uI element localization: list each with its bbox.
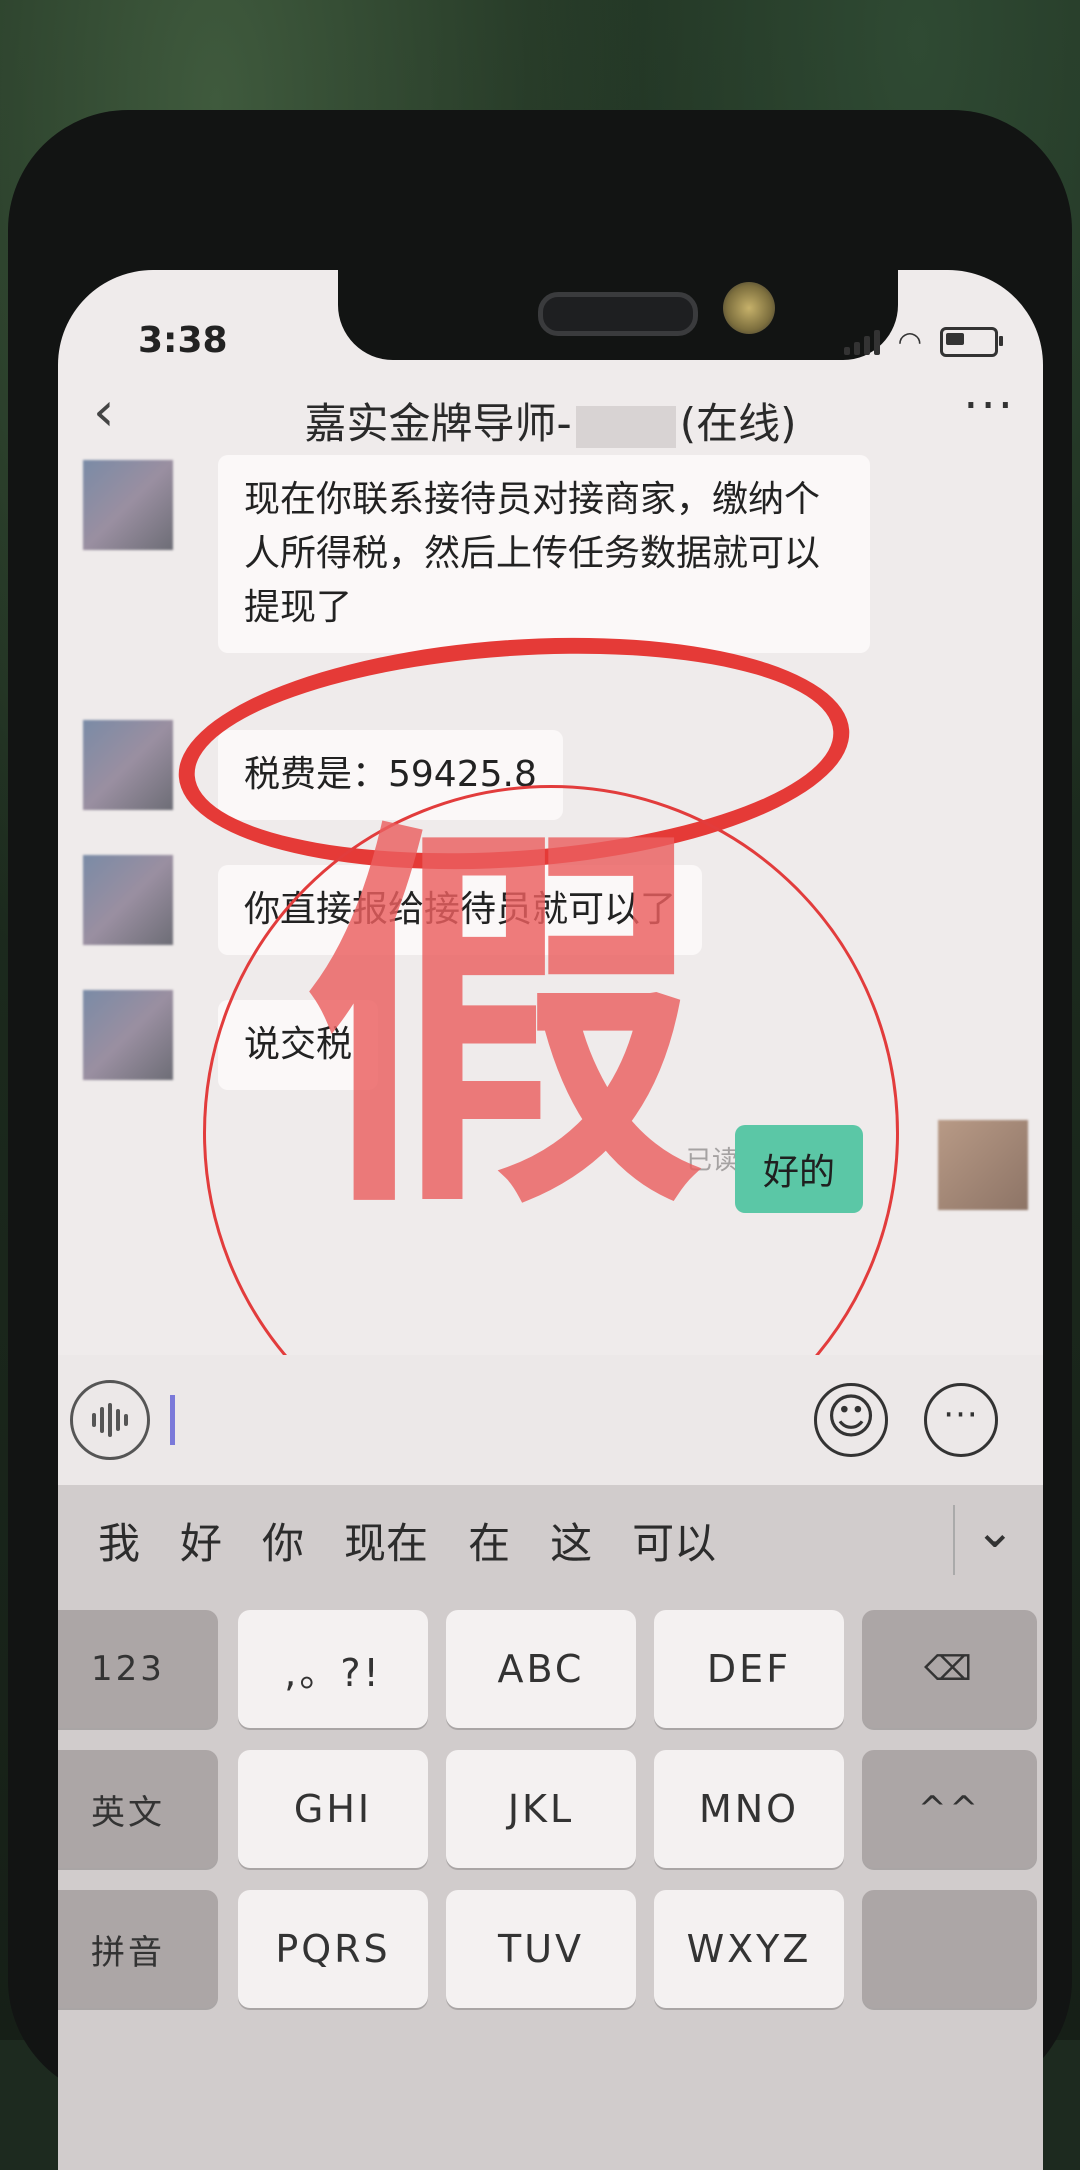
- chat-title-name: 嘉实金牌导师-: [304, 399, 572, 448]
- key-jkl[interactable]: JKL: [446, 1750, 636, 1868]
- key-wxyz[interactable]: WXYZ: [654, 1890, 844, 2008]
- fake-stamp-text: 假: [303, 792, 703, 1257]
- candidate-divider: [953, 1505, 955, 1575]
- phone-frame: 3:38 ◠ ‹ 嘉实金牌导师- (在线) ··· 现在你联系接待员对接商家，缴纳…: [8, 110, 1072, 2170]
- chevron-down-icon[interactable]: ⌄: [975, 1503, 1015, 1559]
- key-123[interactable]: 123: [58, 1610, 218, 1728]
- online-status: (在线): [679, 399, 797, 448]
- key-pqrs[interactable]: PQRS: [238, 1890, 428, 2008]
- voice-wave-icon[interactable]: [70, 1380, 150, 1460]
- chat-title: 嘉实金牌导师- (在线): [58, 390, 1043, 451]
- status-icons: ◠: [843, 325, 1003, 358]
- keyboard: 我 好 你 现在 在 这 可以 ⌄ 123 ,。?! ABC DEF ⌫ 英文 …: [58, 1485, 1043, 2170]
- backspace-icon[interactable]: ⌫: [862, 1610, 1037, 1728]
- candidate-word[interactable]: 可以: [632, 1510, 716, 1571]
- message-input-cursor[interactable]: [170, 1395, 175, 1445]
- avatar: [83, 855, 173, 945]
- ellipsis-icon[interactable]: ···: [963, 378, 1015, 434]
- status-time: 3:38: [138, 320, 228, 361]
- key-abc[interactable]: ABC: [446, 1610, 636, 1728]
- phone-screen: 3:38 ◠ ‹ 嘉实金牌导师- (在线) ··· 现在你联系接待员对接商家，缴纳…: [58, 270, 1043, 2170]
- candidate-word[interactable]: 在: [468, 1510, 510, 1571]
- more-circle-icon[interactable]: ···: [924, 1383, 998, 1457]
- front-camera: [723, 282, 775, 334]
- redacted-name: [575, 405, 676, 448]
- key-send[interactable]: [862, 1890, 1037, 2008]
- key-def[interactable]: DEF: [654, 1610, 844, 1728]
- key-mno[interactable]: MNO: [654, 1750, 844, 1868]
- wifi-icon: ◠: [897, 325, 922, 358]
- candidate-word[interactable]: 你: [262, 1510, 304, 1571]
- key-ghi[interactable]: GHI: [238, 1750, 428, 1868]
- key-tuv[interactable]: TUV: [446, 1890, 636, 2008]
- avatar: [83, 990, 173, 1080]
- signal-icon: [843, 329, 880, 355]
- candidate-bar: 我 好 你 现在 在 这 可以: [58, 1485, 1043, 1595]
- key-emoticon[interactable]: ^^: [862, 1750, 1037, 1868]
- battery-icon: [940, 326, 1003, 357]
- input-bar: ☺ ···: [58, 1355, 1043, 1485]
- candidate-word[interactable]: 好: [180, 1510, 222, 1571]
- key-pinyin[interactable]: 拼音: [58, 1890, 218, 2008]
- message-bubble: 现在你联系接待员对接商家，缴纳个人所得税，然后上传任务数据就可以提现了: [218, 455, 870, 653]
- key-punctuation[interactable]: ,。?!: [238, 1610, 428, 1728]
- speaker-grille: [538, 292, 698, 336]
- emoji-smile-icon[interactable]: ☺: [814, 1383, 888, 1457]
- candidate-word[interactable]: 我: [98, 1510, 140, 1571]
- candidate-word[interactable]: 现在: [344, 1510, 428, 1571]
- avatar: [83, 720, 173, 810]
- notch: [338, 270, 898, 360]
- chat-header: ‹ 嘉实金牌导师- (在线) ···: [58, 360, 1043, 470]
- key-english[interactable]: 英文: [58, 1750, 218, 1868]
- avatar-self: [938, 1120, 1028, 1210]
- candidate-word[interactable]: 这: [550, 1510, 592, 1571]
- avatar: [83, 460, 173, 550]
